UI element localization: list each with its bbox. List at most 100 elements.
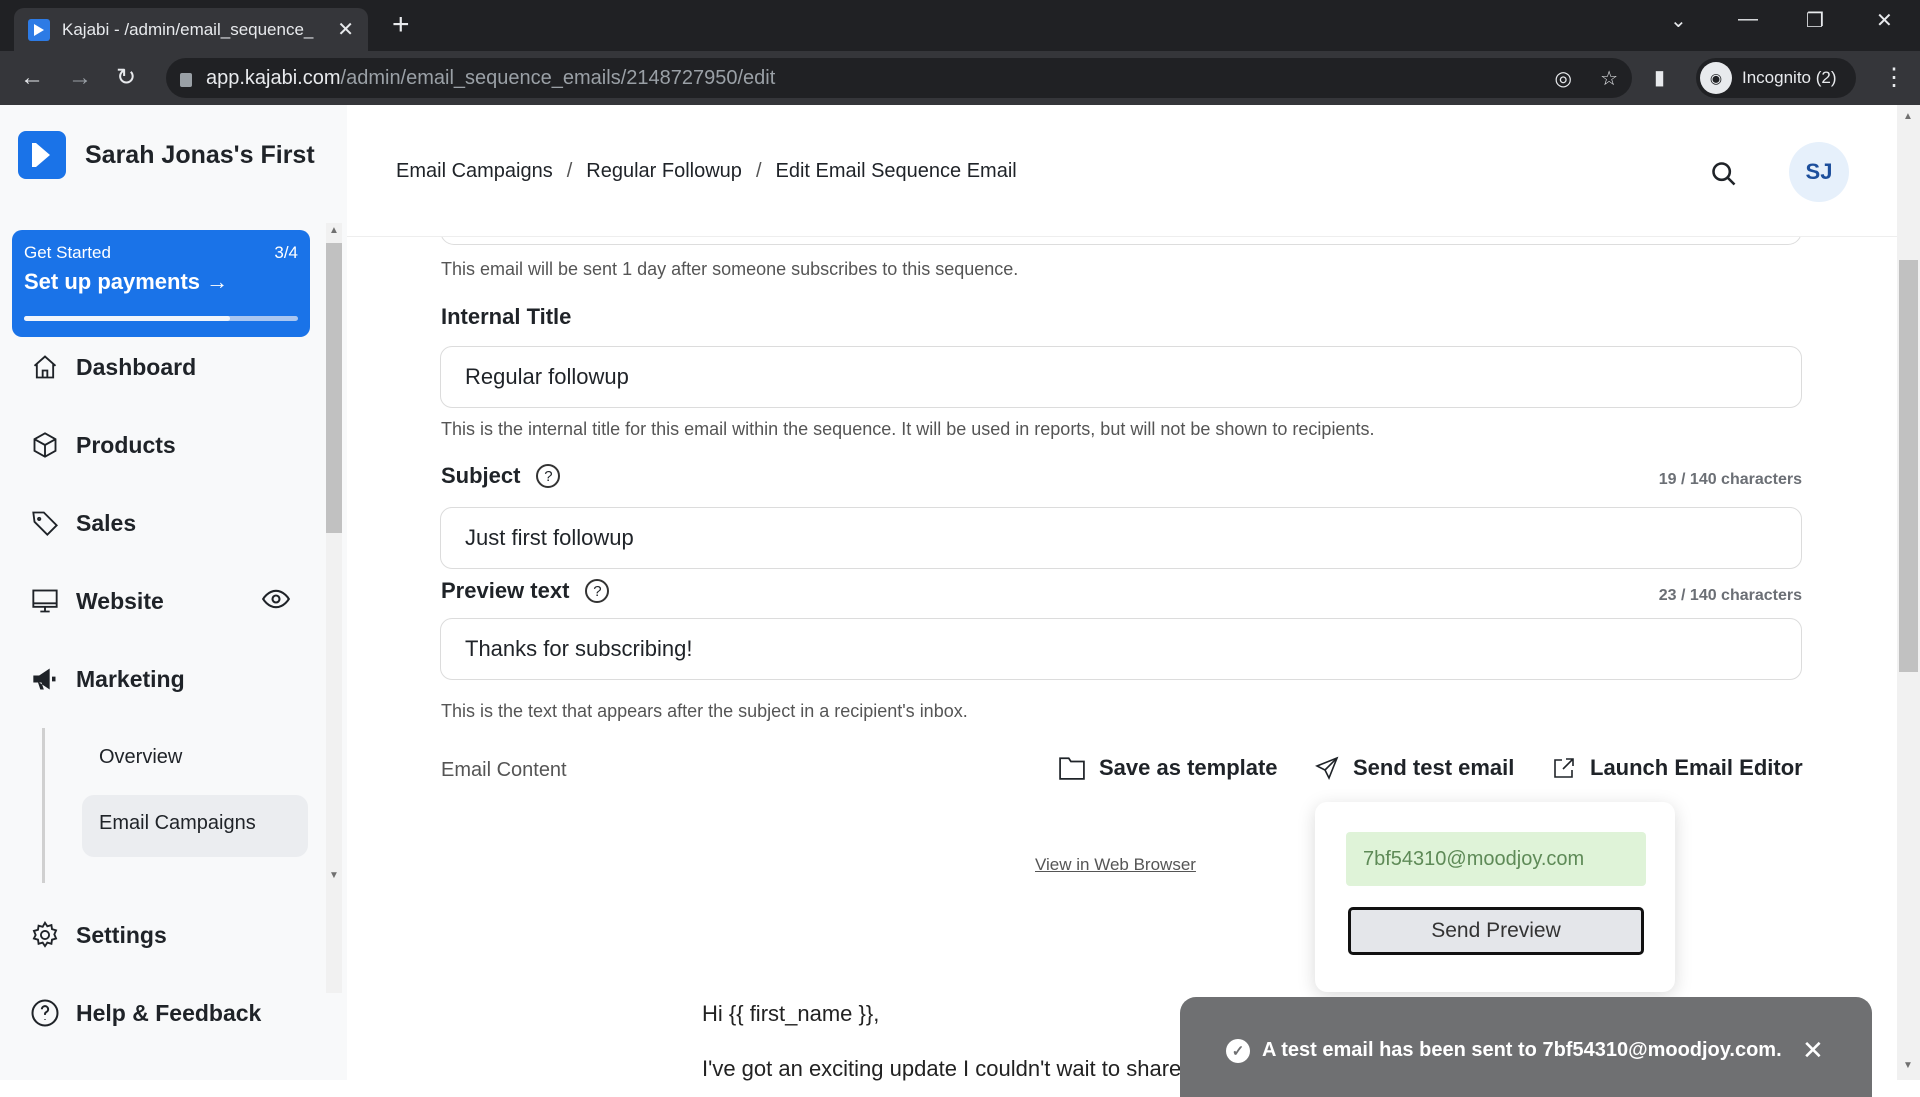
header: Email Campaigns / Regular Followup / Edit Em…: [347, 105, 1897, 237]
sidebar-item-label: Dashboard: [76, 353, 197, 380]
minimize-icon[interactable]: —: [1738, 8, 1758, 31]
scroll-down-icon[interactable]: ▼: [326, 870, 342, 881]
sidebar-subitem-overview[interactable]: Overview: [99, 746, 182, 769]
url-field[interactable]: app.kajabi.com/admin/email_sequence_emai…: [166, 58, 1632, 98]
send-preview-button[interactable]: Send Preview: [1348, 907, 1644, 955]
kajabi-favicon: [28, 18, 50, 41]
sidebar-item-label: Marketing: [76, 665, 185, 692]
help-circle-icon[interactable]: ?: [585, 579, 610, 603]
sidebar-item-dashboard[interactable]: Dashboard: [28, 350, 196, 384]
avatar[interactable]: SJ: [1789, 142, 1849, 202]
main-scrollbar-thumb[interactable]: [1899, 260, 1918, 672]
star-icon[interactable]: ☆: [1600, 66, 1618, 91]
submenu-divider: [42, 728, 45, 883]
sidebar-item-marketing[interactable]: Marketing: [28, 662, 185, 696]
breadcrumb: Email Campaigns / Regular Followup / Edit Em…: [396, 160, 1017, 183]
subject-char-count: 19 / 140 characters: [1658, 471, 1802, 488]
preview-text-char-count: 23 / 140 characters: [1658, 587, 1802, 604]
sidebar-subitem-email-campaigns[interactable]: Email Campaigns: [99, 812, 256, 835]
kajabi-app: Sarah Jonas's First Get Started 3/4 Set …: [0, 105, 1920, 1097]
site-name: Sarah Jonas's First: [85, 140, 315, 169]
get-started-card[interactable]: Get Started 3/4 Set up payments →: [12, 230, 310, 337]
schedule-help-text: This email will be sent 1 day after some…: [441, 259, 1019, 279]
send-test-email-button[interactable]: Send test email: [1315, 755, 1514, 781]
sidepanel-icon[interactable]: ▮: [1654, 63, 1665, 93]
save-as-template-label: Save as template: [1099, 755, 1278, 780]
browser-tab[interactable]: Kajabi - /admin/email_sequence_ ✕: [14, 8, 368, 51]
brand[interactable]: Sarah Jonas's First: [18, 131, 315, 179]
launch-email-editor-button[interactable]: Launch Email Editor: [1552, 755, 1803, 781]
email-greeting: Hi {{ first_name }},: [702, 1001, 880, 1026]
breadcrumb-separator: /: [566, 160, 573, 182]
launch-email-editor-label: Launch Email Editor: [1590, 755, 1803, 780]
breadcrumb-separator: /: [755, 160, 762, 182]
search-icon[interactable]: [1710, 160, 1738, 193]
sidebar-scrollbar-thumb[interactable]: [326, 243, 342, 533]
main-scroll-up-icon[interactable]: ▲: [1900, 111, 1916, 122]
box-icon: [28, 428, 62, 462]
sidebar-item-label: Help & Feedback: [76, 999, 262, 1026]
subject-input[interactable]: Just first followup: [440, 507, 1802, 569]
sidebar-item-website[interactable]: Website: [28, 584, 298, 618]
sidebar-item-products[interactable]: Products: [28, 428, 176, 462]
internal-title-label: Internal Title: [441, 304, 572, 329]
menu-icon[interactable]: ⋮: [1882, 63, 1906, 93]
get-started-label: Get Started: [24, 243, 111, 262]
tab-close-icon[interactable]: ✕: [337, 17, 354, 42]
toast-close-icon[interactable]: ✕: [1802, 1035, 1824, 1066]
new-tab-icon[interactable]: +: [392, 10, 410, 40]
home-icon: [28, 350, 62, 384]
url-host: app.kajabi.com: [206, 66, 341, 89]
sidebar-item-label: Website: [76, 587, 164, 614]
incognito-badge[interactable]: ◉ Incognito (2): [1696, 58, 1856, 98]
forward-icon[interactable]: →: [68, 63, 92, 93]
sidebar-item-sales[interactable]: Sales: [28, 506, 136, 540]
eye-icon[interactable]: [261, 588, 291, 615]
close-window-icon[interactable]: ✕: [1876, 8, 1893, 33]
monitor-icon: [28, 584, 62, 618]
help-circle-icon[interactable]: ?: [536, 464, 561, 488]
breadcrumb-email-campaigns[interactable]: Email Campaigns: [396, 160, 553, 182]
internal-title-input[interactable]: Regular followup: [440, 346, 1802, 408]
gear-icon: [28, 918, 62, 952]
kajabi-logo-icon: [18, 131, 66, 179]
sidebar-item-label: Sales: [76, 509, 137, 536]
reload-icon[interactable]: ↻: [116, 63, 136, 93]
tab-title: Kajabi - /admin/email_sequence_: [62, 19, 314, 39]
url-path: /admin/email_sequence_emails/2148727950/…: [340, 66, 776, 89]
tag-icon: [28, 506, 62, 540]
sidebar-item-help[interactable]: Help & Feedback: [28, 996, 261, 1030]
toast-message: A test email has been sent to 7bf54310@m…: [1262, 1039, 1782, 1061]
preview-text-label: Preview text?: [441, 578, 610, 604]
main-content: This email will be sent 1 day after some…: [347, 105, 1897, 1097]
restore-icon[interactable]: ❐: [1806, 8, 1824, 33]
folder-icon: [1059, 757, 1085, 780]
eye-off-icon[interactable]: ◎: [1555, 66, 1572, 91]
lock-icon: [180, 73, 192, 87]
subject-label-text: Subject: [441, 463, 521, 488]
preview-text-help: This is the text that appears after the …: [441, 701, 968, 721]
test-email-input[interactable]: 7bf54310@moodjoy.com: [1346, 832, 1646, 886]
address-bar: ← → ↻ app.kajabi.com/admin/email_sequenc…: [0, 51, 1920, 105]
scroll-up-icon[interactable]: ▲: [326, 225, 342, 236]
main-scroll-down-icon[interactable]: ▼: [1900, 1060, 1916, 1071]
external-link-icon: [1554, 758, 1574, 778]
internal-title-help: This is the internal title for this emai…: [441, 419, 1375, 439]
sidebar-item-settings[interactable]: Settings: [28, 918, 167, 952]
get-started-action: Set up payments: [24, 269, 201, 294]
save-as-template-button[interactable]: Save as template: [1059, 755, 1278, 781]
subject-label: Subject?: [441, 463, 561, 489]
preview-text-input[interactable]: Thanks for subscribing!: [440, 618, 1802, 680]
breadcrumb-regular-followup[interactable]: Regular Followup: [586, 160, 742, 182]
back-icon[interactable]: ←: [20, 63, 44, 93]
view-in-web-browser-link[interactable]: View in Web Browser: [1035, 855, 1196, 875]
send-icon: [1315, 756, 1339, 780]
sidebar: Sarah Jonas's First Get Started 3/4 Set …: [0, 105, 347, 1080]
browser-tabbar: Kajabi - /admin/email_sequence_ ✕ + ⌄ — …: [0, 0, 1920, 51]
get-started-progress-fill: [24, 316, 230, 321]
sidebar-item-label: Products: [76, 431, 176, 458]
profile-label: Incognito (2): [1742, 68, 1837, 87]
tab-search-icon[interactable]: ⌄: [1670, 8, 1687, 33]
send-test-email-label: Send test email: [1353, 755, 1515, 780]
breadcrumb-current: Edit Email Sequence Email: [775, 160, 1017, 182]
